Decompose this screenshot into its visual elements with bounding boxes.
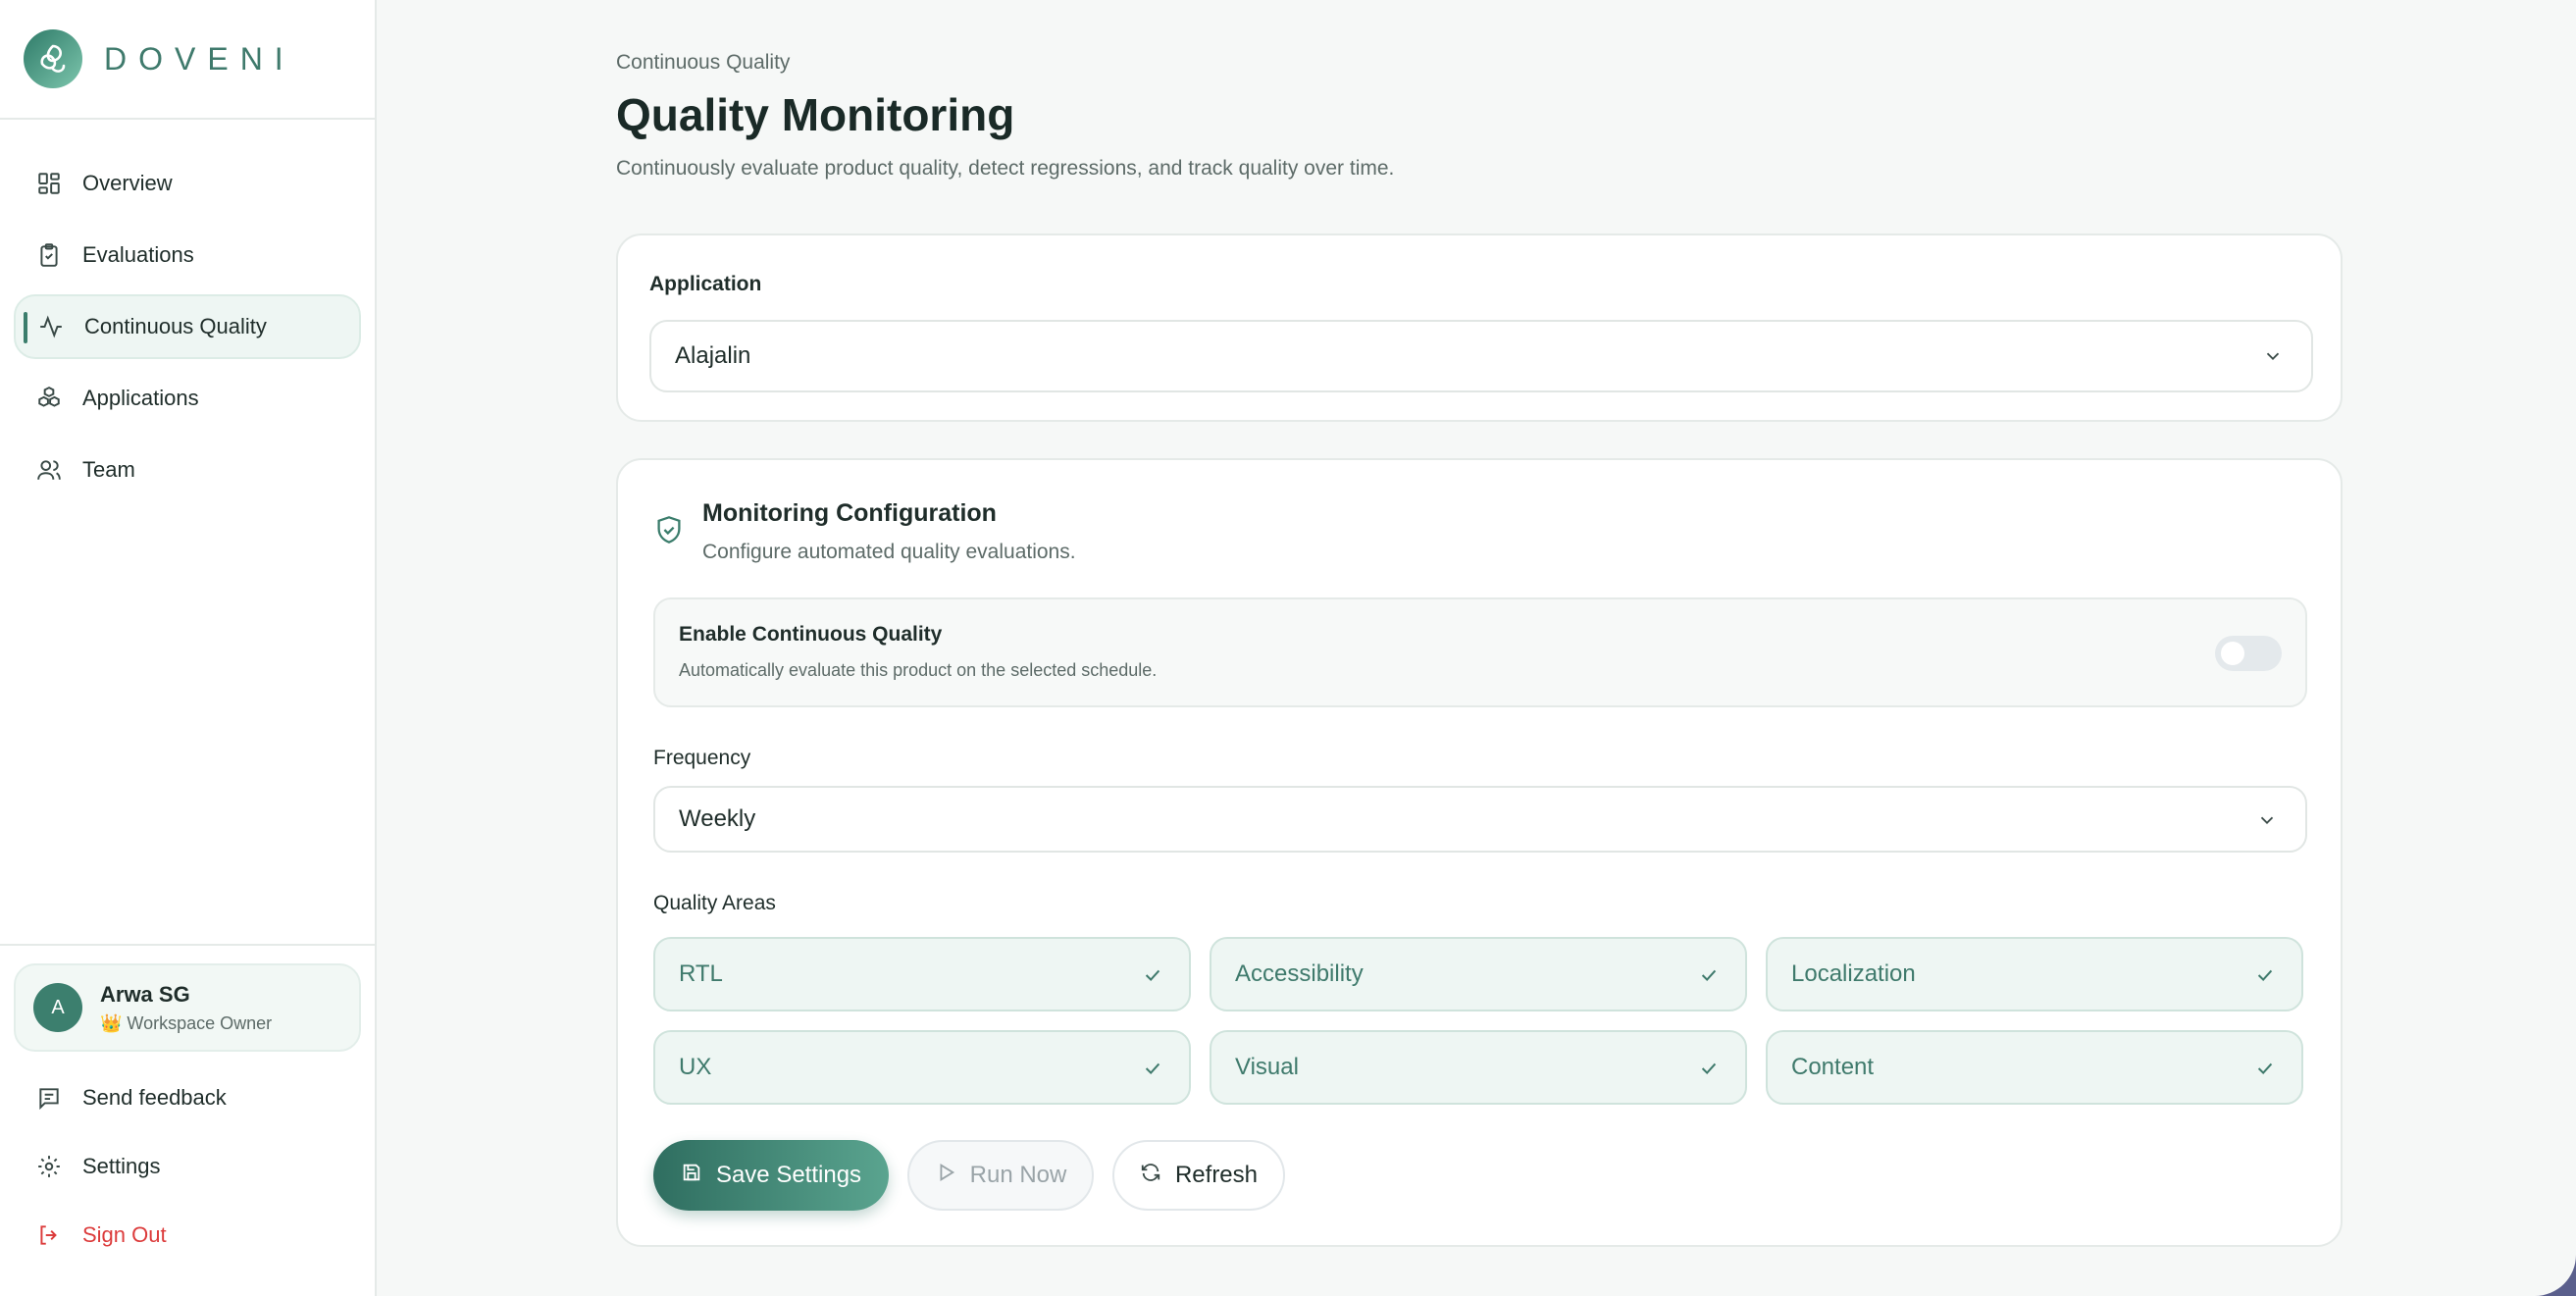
nav-label: Applications: [82, 386, 199, 410]
area-label: UX: [679, 1054, 712, 1080]
send-feedback-button[interactable]: Send feedback: [14, 1063, 361, 1132]
user-role: 👑 Workspace Owner: [100, 1012, 273, 1033]
user-card[interactable]: A Arwa SG 👑 Workspace Owner: [14, 963, 361, 1052]
settings-button[interactable]: Settings: [14, 1132, 361, 1201]
save-settings-label: Save Settings: [715, 1162, 862, 1188]
message-square-icon: [35, 1084, 63, 1112]
nav-label: Evaluations: [82, 242, 194, 267]
nav-item-applications[interactable]: Applications: [14, 366, 361, 431]
area-chip-ux[interactable]: UX: [653, 1030, 1191, 1105]
avatar: A: [33, 983, 82, 1032]
application-select[interactable]: Alajalin: [649, 320, 2313, 392]
quality-areas-label: Quality Areas: [653, 892, 776, 914]
brand[interactable]: DOVENI: [0, 0, 375, 120]
refresh-button[interactable]: Refresh: [1112, 1140, 1285, 1211]
area-label: Content: [1791, 1054, 1875, 1080]
sign-out-label: Sign Out: [82, 1222, 167, 1247]
enable-toggle[interactable]: [2215, 636, 2282, 671]
refresh-label: Refresh: [1174, 1162, 1259, 1188]
area-label: Accessibility: [1235, 960, 1364, 987]
nav-item-team[interactable]: Team: [14, 438, 361, 502]
application-card: Application Alajalin: [616, 233, 2343, 422]
clipboard-check-icon: [35, 241, 63, 269]
user-name: Arwa SG: [100, 981, 190, 1007]
frequency-label: Frequency: [653, 747, 751, 769]
run-now-label: Run Now: [969, 1162, 1067, 1188]
users-icon: [35, 456, 63, 484]
nav-label: Team: [82, 457, 135, 482]
frequency-select[interactable]: Weekly: [653, 786, 2307, 853]
enable-title: Enable Continuous Quality: [679, 623, 943, 646]
toggle-knob: [2221, 642, 2244, 665]
app-frame: DOVENI Overview Evaluations Continuous Q…: [0, 0, 2576, 1296]
settings-label: Settings: [82, 1154, 161, 1178]
brand-name: DOVENI: [104, 40, 295, 77]
nav-item-evaluations[interactable]: Evaluations: [14, 223, 361, 287]
area-chip-visual[interactable]: Visual: [1210, 1030, 1747, 1105]
application-label: Application: [649, 273, 762, 295]
sidebar-footer: A Arwa SG 👑 Workspace Owner Send feedbac…: [0, 944, 375, 1296]
breadcrumb: Continuous Quality: [616, 51, 791, 74]
check-icon: [1142, 1058, 1163, 1086]
check-icon: [1698, 964, 1720, 993]
area-label: RTL: [679, 960, 723, 987]
nav-item-overview[interactable]: Overview: [14, 151, 361, 216]
area-label: Visual: [1235, 1054, 1299, 1080]
log-out-icon: [35, 1221, 63, 1249]
sign-out-button[interactable]: Sign Out: [14, 1201, 361, 1270]
area-chip-accessibility[interactable]: Accessibility: [1210, 937, 1747, 1011]
play-icon: [935, 1162, 956, 1190]
check-icon: [2254, 964, 2276, 993]
area-chip-rtl[interactable]: RTL: [653, 937, 1191, 1011]
area-label: Localization: [1791, 960, 1916, 987]
sidebar: DOVENI Overview Evaluations Continuous Q…: [0, 0, 377, 1296]
check-icon: [1698, 1058, 1720, 1086]
boxes-icon: [35, 385, 63, 412]
monitoring-title: Monitoring Configuration: [702, 499, 997, 527]
area-chip-content[interactable]: Content: [1766, 1030, 2303, 1105]
nav-item-continuous-quality[interactable]: Continuous Quality: [14, 294, 361, 359]
save-settings-button[interactable]: Save Settings: [653, 1140, 889, 1211]
check-icon: [2254, 1058, 2276, 1086]
chevron-down-icon: [2262, 345, 2284, 367]
check-icon: [1142, 964, 1163, 993]
save-icon: [681, 1162, 702, 1190]
chevron-down-icon: [2256, 809, 2278, 831]
area-chip-localization[interactable]: Localization: [1766, 937, 2303, 1011]
application-value: Alajalin: [675, 342, 751, 369]
page-title: Quality Monitoring: [616, 89, 1015, 140]
monitoring-subtitle: Configure automated quality evaluations.: [702, 541, 1076, 563]
send-feedback-label: Send feedback: [82, 1085, 227, 1110]
grid-icon: [35, 170, 63, 197]
page-subtitle: Continuously evaluate product quality, d…: [616, 157, 1395, 180]
gear-icon: [35, 1153, 63, 1180]
main-nav: Overview Evaluations Continuous Quality …: [0, 120, 375, 502]
activity-icon: [37, 313, 65, 340]
nav-label: Overview: [82, 171, 173, 195]
logo-icon: [24, 29, 82, 88]
enable-continuous-quality: Enable Continuous Quality Automatically …: [653, 597, 2307, 707]
monitoring-card: Monitoring Configuration Configure autom…: [616, 458, 2343, 1247]
refresh-icon: [1140, 1162, 1161, 1190]
frequency-value: Weekly: [679, 805, 756, 832]
enable-subtitle: Automatically evaluate this product on t…: [679, 660, 1158, 680]
shield-check-icon: [655, 515, 683, 549]
run-now-button[interactable]: Run Now: [907, 1140, 1094, 1211]
nav-label: Continuous Quality: [84, 314, 267, 338]
